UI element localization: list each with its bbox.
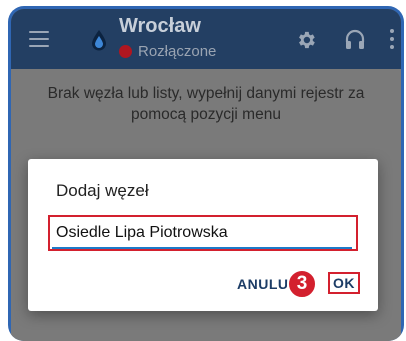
- status-dot-icon: [119, 45, 132, 58]
- connection-status: Rozłączone: [119, 43, 216, 60]
- step-number-badge: 3: [287, 269, 317, 299]
- ok-button[interactable]: OK: [328, 272, 360, 294]
- headset-icon[interactable]: [345, 29, 365, 51]
- input-underline: [52, 247, 352, 249]
- dialog-title: Dodaj węzeł: [56, 181, 149, 200]
- water-drop-icon: [92, 30, 106, 51]
- node-name-input[interactable]: [48, 215, 358, 251]
- status-text: Rozłączone: [138, 43, 217, 60]
- empty-state-message: Brak węzła lub listy, wypełnij danymi re…: [47, 85, 365, 123]
- add-node-dialog: Dodaj węzeł ANULUJ 3 OK: [28, 159, 378, 311]
- app-title: Wrocław: [119, 15, 201, 37]
- more-vert-icon[interactable]: [389, 29, 395, 51]
- app-bar: Wrocław Rozłączone: [11, 9, 401, 69]
- gear-icon[interactable]: [295, 29, 317, 51]
- menu-icon[interactable]: [29, 31, 49, 47]
